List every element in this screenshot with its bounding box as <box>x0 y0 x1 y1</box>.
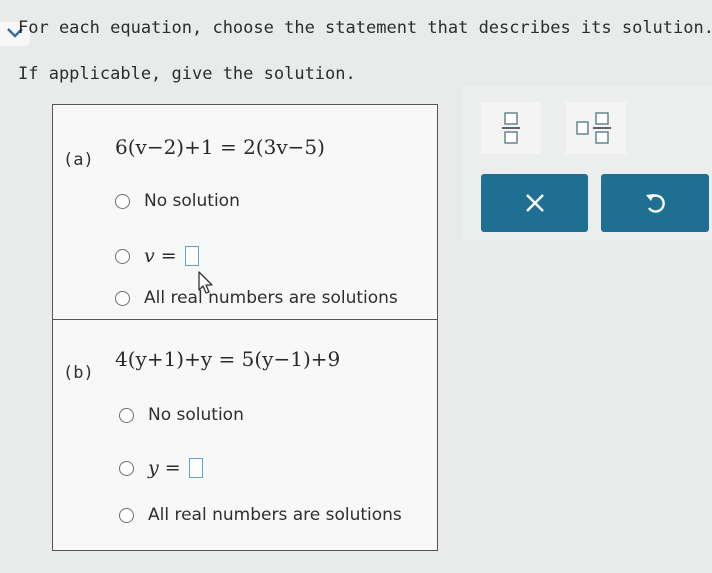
option-label: All real numbers are solutions <box>148 505 402 525</box>
close-icon <box>525 194 544 212</box>
part-a-equation: 6(v−2)+1 = 2(3v−5) <box>115 135 325 159</box>
undo-button[interactable] <box>601 174 709 232</box>
radio-button[interactable] <box>119 460 134 476</box>
radio-button[interactable] <box>115 248 130 264</box>
variable-label: y <box>148 457 159 479</box>
radio-button[interactable] <box>115 290 130 306</box>
part-b-option-all-real[interactable]: All real numbers are solutions <box>119 505 402 525</box>
instructions-line-2: If applicable, give the solution. <box>18 64 356 84</box>
radio-button[interactable] <box>119 507 134 523</box>
part-a-equation-left: 6(v−2)+1 <box>115 135 214 159</box>
part-a-option-value[interactable]: v = <box>115 245 199 267</box>
mixed-number-icon <box>576 112 611 144</box>
clear-button[interactable] <box>481 174 588 232</box>
part-b-equation-left: 4(y+1)+y <box>115 347 213 371</box>
part-b-answer-input[interactable] <box>188 458 203 478</box>
option-label: No solution <box>144 191 240 211</box>
fraction-button[interactable] <box>481 102 541 154</box>
part-a-equation-right: 2(3v−5) <box>243 135 325 159</box>
part-b-equation-right: 5(y−1)+9 <box>241 347 341 371</box>
radio-button[interactable] <box>119 407 134 423</box>
question-panel: (a) 6(v−2)+1 = 2(3v−5) No solution v = A… <box>52 104 438 551</box>
instructions-line-1: For each equation, choose the statement … <box>18 18 712 38</box>
fraction-icon <box>502 112 520 144</box>
mouse-pointer-icon <box>198 271 213 294</box>
part-b-equation-equals: = <box>218 347 236 371</box>
radio-button[interactable] <box>115 193 130 209</box>
part-a-option-all-real[interactable]: All real numbers are solutions <box>115 288 398 308</box>
equals-sign: = <box>160 245 177 267</box>
part-a-label: (a) <box>63 150 94 170</box>
part-b-equation: 4(y+1)+y = 5(y−1)+9 <box>115 347 340 371</box>
equals-sign: = <box>164 457 181 479</box>
mixed-number-button[interactable] <box>566 102 626 154</box>
part-a-option-no-solution[interactable]: No solution <box>115 191 240 211</box>
part-a-equation-equals: = <box>219 135 237 159</box>
part-a-answer-input[interactable] <box>184 246 199 266</box>
option-label: All real numbers are solutions <box>144 288 398 308</box>
variable-label: v <box>144 245 155 267</box>
part-b-option-value[interactable]: y = <box>119 457 203 479</box>
option-label: No solution <box>148 405 244 425</box>
part-divider <box>53 319 437 320</box>
undo-icon <box>646 194 665 213</box>
part-b-label: (b) <box>63 363 94 383</box>
part-b-option-no-solution[interactable]: No solution <box>119 405 244 425</box>
